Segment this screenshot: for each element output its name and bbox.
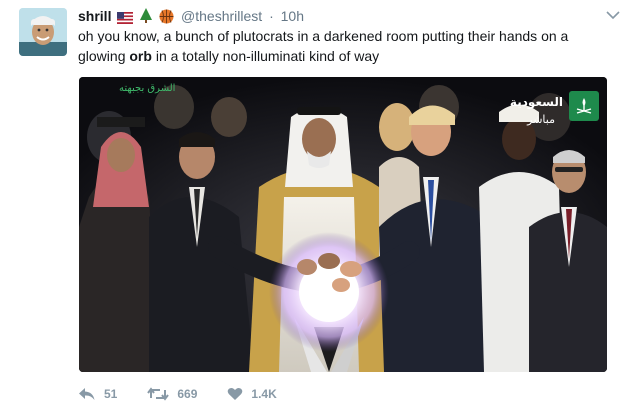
reply-count: 51 xyxy=(104,387,118,401)
timestamp[interactable]: 10h xyxy=(281,8,304,24)
retweet-button[interactable]: 669 xyxy=(147,387,197,401)
tweet-actions: 51 669 1.4K xyxy=(78,384,307,404)
display-name[interactable]: shrill xyxy=(78,8,111,24)
heart-icon xyxy=(228,387,243,400)
tweet-header: shrill @theshrillest · 10h xyxy=(78,6,622,26)
tweet-bold-word: orb xyxy=(129,48,152,64)
avatar[interactable] xyxy=(19,8,67,56)
separator-dot: · xyxy=(269,8,274,24)
broadcast-live-label: مباشر xyxy=(527,113,555,126)
retweet-count: 669 xyxy=(177,387,198,401)
overlay-logo-left: الشرق بجبهته xyxy=(119,83,176,94)
avatar-image xyxy=(19,8,67,56)
tweet-photo[interactable]: الشرق بجبهته السعودية مباشر xyxy=(79,77,607,372)
broadcast-channel-label: السعودية xyxy=(509,95,563,109)
channel-emblem-icon xyxy=(569,91,599,121)
like-button[interactable]: 1.4K xyxy=(227,387,277,401)
chevron-down-icon[interactable] xyxy=(606,7,620,20)
retweet-icon xyxy=(147,387,170,401)
tweet-text-part: in a totally non-illuminati kind of way xyxy=(151,48,380,64)
like-count: 1.4K xyxy=(251,387,277,401)
user-handle[interactable]: @theshrillest xyxy=(181,8,262,24)
reply-button[interactable]: 51 xyxy=(78,387,117,401)
reply-icon xyxy=(79,388,95,400)
tweet-text: oh you know, a bunch of plutocrats in a … xyxy=(78,26,618,66)
